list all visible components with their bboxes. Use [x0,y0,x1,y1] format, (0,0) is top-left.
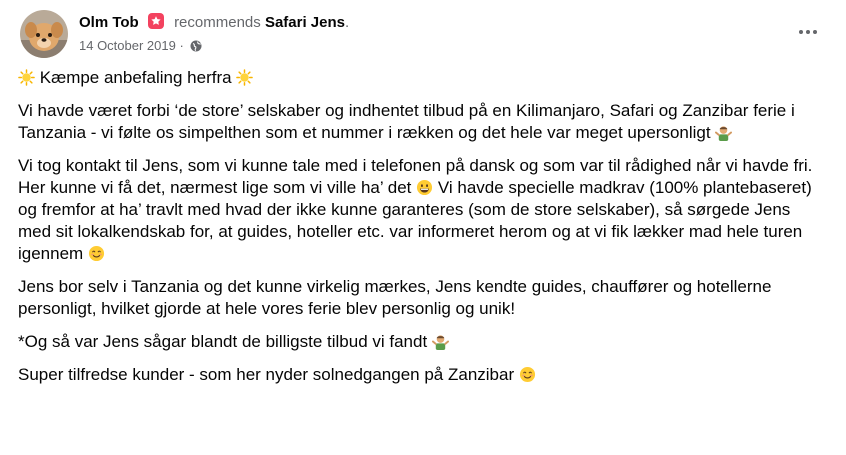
paragraph-4: Jens bor selv i Tanzania og det kunne vi… [18,276,828,320]
paragraph-5: *Og så var Jens sågar blandt de billigst… [18,331,828,353]
paragraph-3: Vi tog kontakt til Jens, som vi kunne ta… [18,155,828,265]
recommend-badge-icon [147,13,164,29]
globe-icon[interactable] [190,39,202,57]
recommends-text: recommends [174,14,261,31]
meta-separator: · [175,38,188,53]
post-title-line: Olm Tob recommends Safari Jens. [79,13,349,33]
paragraph-2-text: Vi havde været forbi ‘de store’ selskabe… [18,101,795,142]
paragraph-5-text: *Og så var Jens sågar blandt de billigst… [18,332,428,351]
more-dot-icon [806,30,810,34]
smiling-face-emoji-icon [519,366,535,383]
paragraph-6: Super tilfredse kunder - som her nyder s… [18,364,828,386]
post-body: Kæmpe anbefaling herfra Vi havde været f… [18,67,828,397]
author-avatar[interactable] [20,10,68,58]
author-name[interactable]: Olm Tob [79,14,139,31]
person-shrugging-emoji-icon [431,335,449,350]
paragraph-1: Kæmpe anbefaling herfra [18,67,828,89]
more-options-button[interactable] [796,20,820,44]
dog-avatar-icon [20,10,68,58]
more-dot-icon [799,30,803,34]
sun-emoji-icon [18,69,35,86]
title-period: . [344,14,350,31]
sun-emoji-icon [236,69,254,86]
paragraph-1-text: Kæmpe anbefaling herfra [39,68,232,87]
paragraph-6-text: Super tilfredse kunder - som her nyder s… [18,365,515,384]
page-name-link[interactable]: Safari Jens [265,14,345,31]
more-dot-icon [813,30,817,34]
post-meta: 14 October 2019 · [79,37,202,57]
person-shrugging-emoji-icon [715,126,733,141]
grinning-face-emoji-icon [417,179,433,196]
post-header: Olm Tob recommends Safari Jens. 14 Octob… [20,8,826,58]
smiling-face-emoji-icon [88,245,105,262]
paragraph-4-text: Jens bor selv i Tanzania og det kunne vi… [18,277,772,318]
post-date[interactable]: 14 October 2019 [79,38,176,53]
paragraph-2: Vi havde været forbi ‘de store’ selskabe… [18,100,828,144]
